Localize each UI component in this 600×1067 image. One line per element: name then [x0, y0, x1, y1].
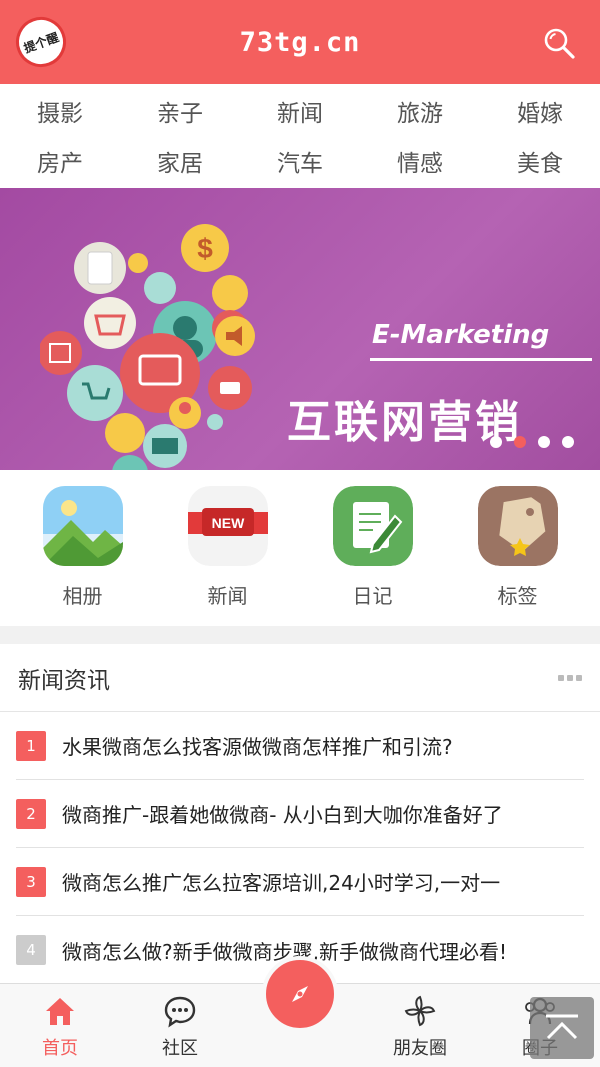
diary-icon — [332, 486, 413, 566]
news-title: 新闻资讯 — [18, 667, 110, 694]
news-item-text: 微商推广-跟着她做微商- 从小白到大咖你准备好了 — [62, 803, 503, 827]
news-item-text: 微商怎么推广怎么拉客源培训,24小时学习,一对一 — [62, 871, 501, 895]
tag-icon — [477, 486, 558, 566]
svg-text:$: $ — [197, 233, 213, 264]
category-home[interactable]: 家居 — [120, 136, 240, 186]
quick-album-label: 相册 — [62, 584, 103, 608]
category-emotion[interactable]: 情感 — [360, 136, 480, 186]
pager-dot[interactable] — [538, 436, 550, 448]
news-section: 新闻资讯 1 水果微商怎么找客源做微商怎样推广和引流? 2 微商推广-跟着她做微… — [0, 644, 600, 984]
rank-badge: 4 — [16, 935, 46, 965]
category-food[interactable]: 美食 — [480, 136, 600, 186]
pinwheel-icon — [404, 995, 436, 1027]
news-item[interactable]: 2 微商推广-跟着她做微商- 从小白到大咖你准备好了 — [16, 780, 584, 848]
search-icon[interactable] — [542, 26, 576, 60]
quick-tags-label: 标签 — [497, 584, 538, 608]
chevron-up-icon — [546, 1014, 578, 1040]
quick-diary[interactable]: 日记 — [318, 470, 428, 626]
pager-dot[interactable] — [562, 436, 574, 448]
banner-pager[interactable] — [490, 436, 574, 448]
more-icon[interactable] — [558, 674, 582, 681]
news-item[interactable]: 3 微商怎么推广怎么拉客源培训,24小时学习,一对一 — [16, 848, 584, 916]
news-header: 新闻资讯 — [0, 644, 600, 712]
rank-badge: 1 — [16, 730, 46, 761]
home-icon — [46, 998, 74, 1025]
rank-badge: 2 — [16, 798, 46, 829]
tab-community[interactable]: 社区 — [120, 984, 240, 1067]
app-header: 提个醒 73tg.cn — [0, 0, 600, 84]
pager-dot[interactable] — [490, 436, 502, 448]
category-grid: 摄影 亲子 新闻 旅游 婚嫁 房产 家居 汽车 情感 美食 — [0, 84, 600, 188]
promo-banner[interactable]: $ E-Marketing 互联网营销 — [0, 188, 600, 470]
quick-tags[interactable]: 标签 — [463, 470, 573, 626]
quick-news[interactable]: NEW 新闻 — [173, 470, 283, 626]
category-parenting[interactable]: 亲子 — [120, 86, 240, 136]
marketing-illustration: $ — [40, 224, 255, 470]
chat-bubble-icon — [164, 996, 196, 1028]
compass-button[interactable] — [262, 956, 338, 1032]
banner-subtitle: E-Marketing — [372, 320, 550, 350]
category-news[interactable]: 新闻 — [240, 86, 360, 136]
quick-news-label: 新闻 — [207, 584, 248, 608]
quick-diary-label: 日记 — [352, 584, 393, 608]
banner-headline: 互联网营销 — [287, 397, 522, 448]
rank-badge: 3 — [16, 866, 46, 897]
banner-divider — [370, 358, 592, 361]
tab-home[interactable]: 首页 — [0, 984, 120, 1067]
compass-icon — [292, 986, 308, 1002]
category-realestate[interactable]: 房产 — [0, 136, 120, 186]
back-to-top-button[interactable] — [530, 997, 594, 1059]
site-title: 73tg.cn — [239, 26, 361, 58]
quick-album[interactable]: 相册 — [28, 470, 138, 626]
category-travel[interactable]: 旅游 — [360, 86, 480, 136]
category-photography[interactable]: 摄影 — [0, 86, 120, 136]
tab-home-label: 首页 — [42, 1038, 78, 1059]
news-item[interactable]: 1 水果微商怎么找客源做微商怎样推广和引流? — [16, 712, 584, 780]
pager-dot-active[interactable] — [514, 436, 526, 448]
photo-album-icon — [42, 486, 123, 566]
category-wedding[interactable]: 婚嫁 — [480, 86, 600, 136]
tab-moments-label: 朋友圈 — [393, 1038, 447, 1059]
app-logo[interactable]: 提个醒 — [8, 9, 74, 75]
news-item-text: 水果微商怎么找客源做微商怎样推广和引流? — [62, 735, 453, 759]
news-badge-icon: NEW — [187, 486, 268, 566]
quick-entry-row: 相册 NEW 新闻 日记 标签 — [0, 470, 600, 626]
svg-text:NEW: NEW — [211, 515, 244, 531]
tab-community-label: 社区 — [162, 1038, 198, 1059]
category-auto[interactable]: 汽车 — [240, 136, 360, 186]
tab-moments[interactable]: 朋友圈 — [360, 984, 480, 1067]
bottom-tab-bar: 首页 社区 朋友圈 圈子 — [0, 956, 600, 1067]
